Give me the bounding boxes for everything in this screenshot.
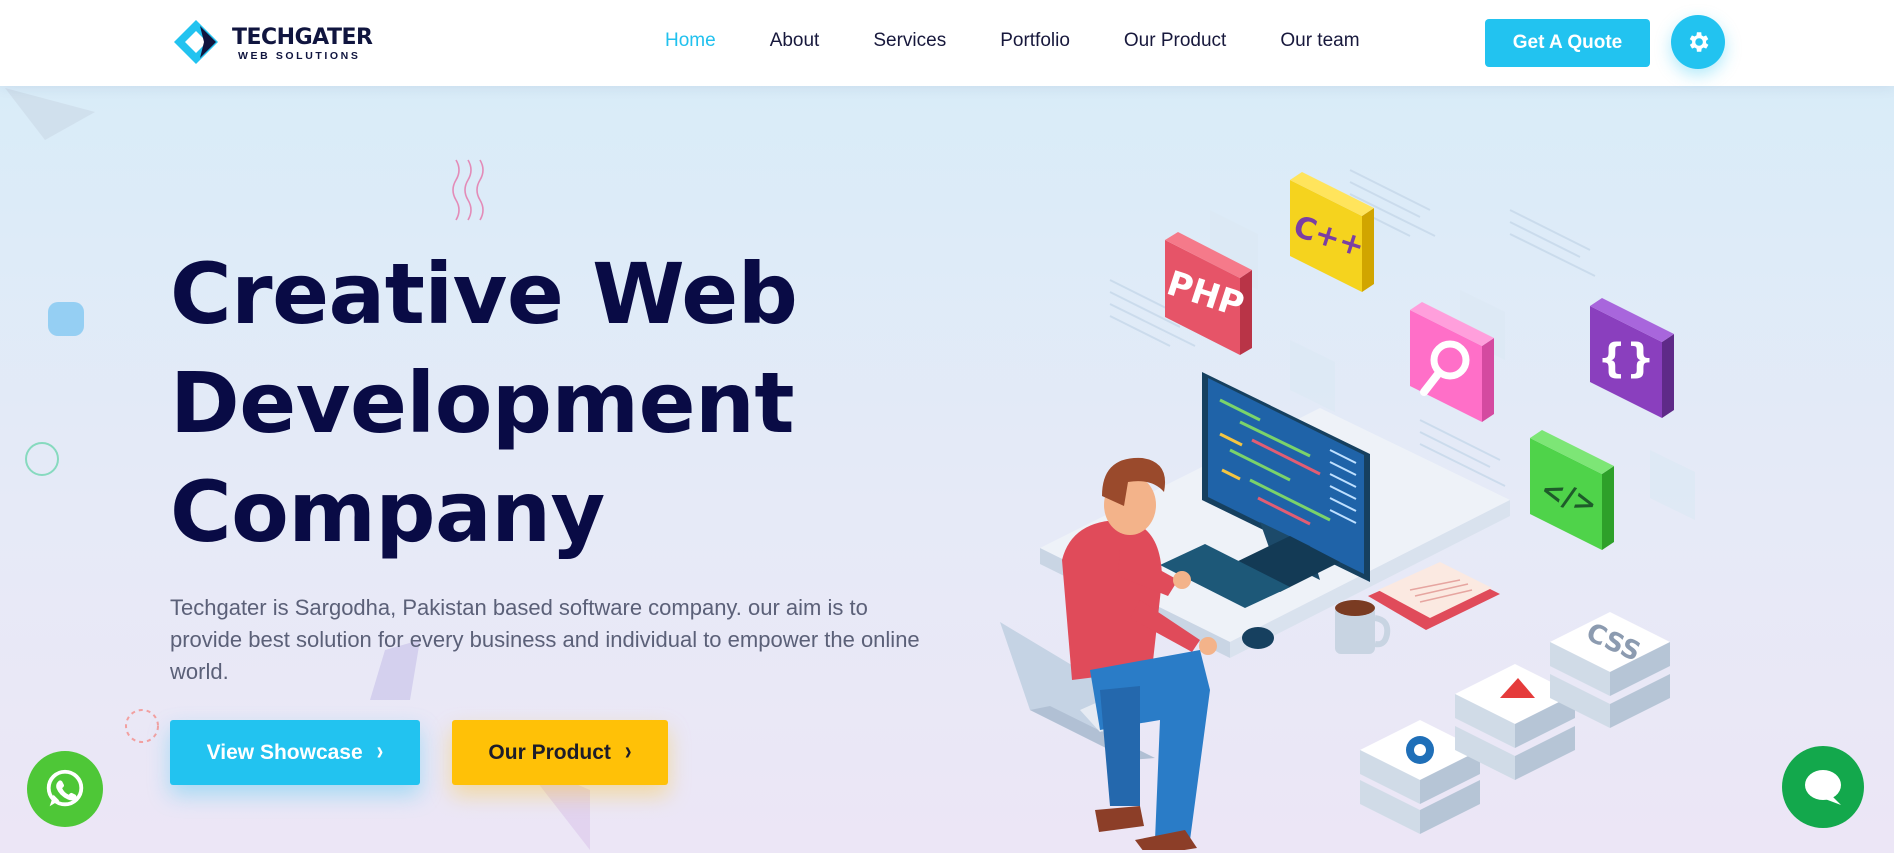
main-nav: Home About Services Portfolio Our Produc… (665, 30, 1414, 52)
nav-our-team[interactable]: Our team (1280, 30, 1359, 52)
our-product-button[interactable]: Our Product › (452, 720, 668, 785)
gear-icon (1689, 32, 1709, 52)
logo-name: TECHGATER (232, 25, 373, 50)
our-product-label: Our Product (488, 740, 611, 764)
braces-tile-icon: {} (1590, 298, 1674, 418)
code-tile-icon: </> (1530, 430, 1614, 550)
nav-services[interactable]: Services (873, 30, 946, 52)
nav-our-product[interactable]: Our Product (1124, 30, 1226, 52)
whatsapp-button[interactable] (27, 751, 103, 827)
settings-button[interactable] (1671, 15, 1725, 69)
svg-text:{}: {} (1598, 336, 1655, 382)
chat-bubble-icon (1805, 770, 1841, 805)
logo-tagline: WEB SOLUTIONS (238, 50, 361, 62)
hero-description: Techgater is Sargodha, Pakistan based so… (170, 595, 920, 684)
nav-about[interactable]: About (770, 30, 820, 52)
logo-mark-icon (170, 16, 226, 72)
hero-title-line-1: Creative Web (170, 245, 798, 343)
hero-title: Creative Web Development Company (170, 240, 870, 567)
whatsapp-icon (46, 769, 84, 807)
chevron-right-icon: › (624, 737, 632, 767)
hero-title-line-3: Company (170, 463, 605, 561)
hero-title-line-2: Development (170, 354, 795, 452)
nav-home[interactable]: Home (665, 30, 716, 52)
chevron-right-icon: › (376, 737, 384, 767)
get-quote-button[interactable]: Get A Quote (1485, 19, 1650, 67)
hero-illustration: PHP C++ {} </> CSS (1000, 169, 1695, 850)
view-showcase-label: View Showcase (206, 740, 363, 764)
site-header: TECHGATER WEB SOLUTIONS Home About Servi… (0, 0, 1894, 86)
logo[interactable]: TECHGATER WEB SOLUTIONS (170, 16, 373, 72)
cpp-tile-icon: C++ (1289, 172, 1374, 292)
chat-button[interactable] (1782, 746, 1864, 828)
view-showcase-button[interactable]: View Showcase › (170, 720, 420, 785)
nav-portfolio[interactable]: Portfolio (1000, 30, 1070, 52)
stacked-blocks-icon: CSS (1360, 612, 1670, 834)
